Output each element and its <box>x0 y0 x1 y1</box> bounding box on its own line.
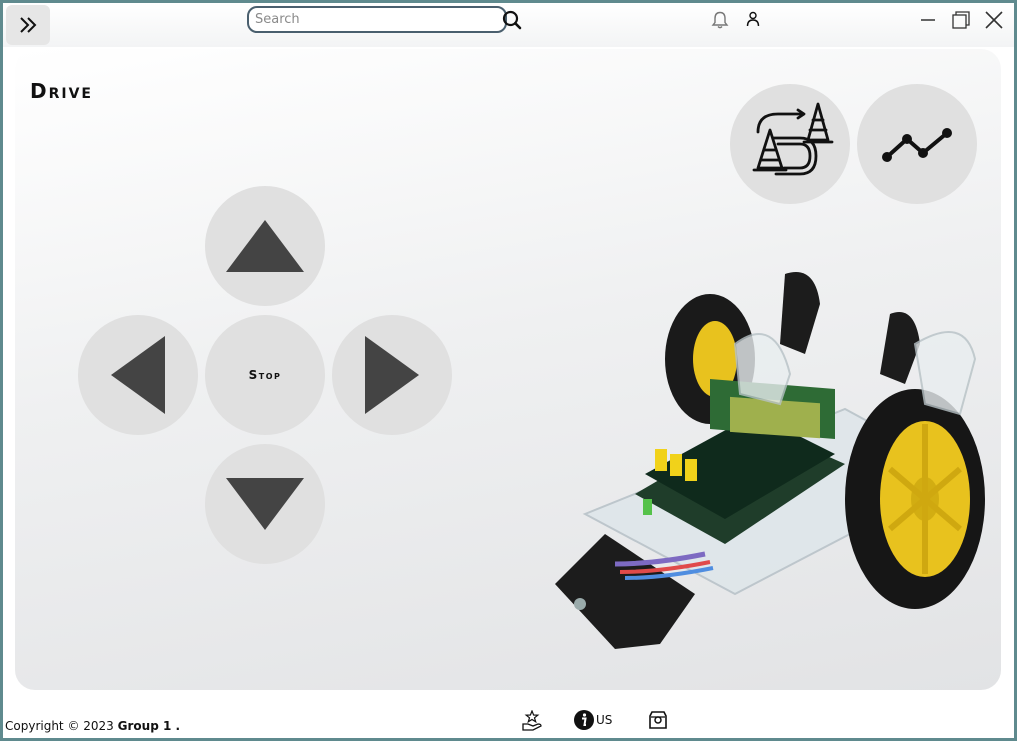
copyright-text: Copyright © 2023 Group 1 . <box>5 719 180 733</box>
triangle-right-icon <box>365 336 419 414</box>
close-icon[interactable] <box>982 8 1006 32</box>
stop-button[interactable]: Stop <box>205 315 325 435</box>
search-input[interactable] <box>247 6 507 33</box>
title-bar <box>3 3 1014 47</box>
about-us-link[interactable]: US <box>574 709 612 731</box>
contact-icon[interactable] <box>648 710 668 730</box>
user-icon[interactable] <box>746 11 760 27</box>
app-window: Drive <box>3 3 1014 738</box>
page-title: Drive <box>30 79 93 103</box>
copyright-group: Group 1 . <box>117 719 181 733</box>
robot-car-image <box>555 272 985 649</box>
drive-panel: Drive Stop <box>15 49 1001 690</box>
copyright-prefix: Copyright © 2023 <box>5 719 114 733</box>
triangle-up-icon <box>226 220 304 272</box>
line-graph-button[interactable] <box>857 84 977 204</box>
info-icon <box>574 710 594 730</box>
footer: Copyright © 2023 Group 1 . US <box>3 695 1014 738</box>
award-hand-icon[interactable] <box>521 710 543 732</box>
line-graph-icon <box>882 128 952 162</box>
minimize-icon[interactable] <box>916 8 940 32</box>
expand-sidebar-button[interactable] <box>6 5 50 45</box>
backward-button[interactable] <box>205 444 325 564</box>
search-icon[interactable] <box>502 10 522 30</box>
chevrons-right-icon <box>20 17 37 33</box>
left-button[interactable] <box>78 315 198 435</box>
about-us-label: US <box>596 713 613 727</box>
bell-icon[interactable] <box>710 10 730 30</box>
stop-button-label: Stop <box>248 368 282 382</box>
forward-button[interactable] <box>205 186 325 306</box>
triangle-left-icon <box>111 336 165 414</box>
triangle-down-icon <box>226 478 304 530</box>
right-button[interactable] <box>332 315 452 435</box>
maximize-icon[interactable] <box>949 8 973 32</box>
obstacle-course-button[interactable] <box>730 84 850 204</box>
obstacle-course-icon <box>752 102 834 176</box>
